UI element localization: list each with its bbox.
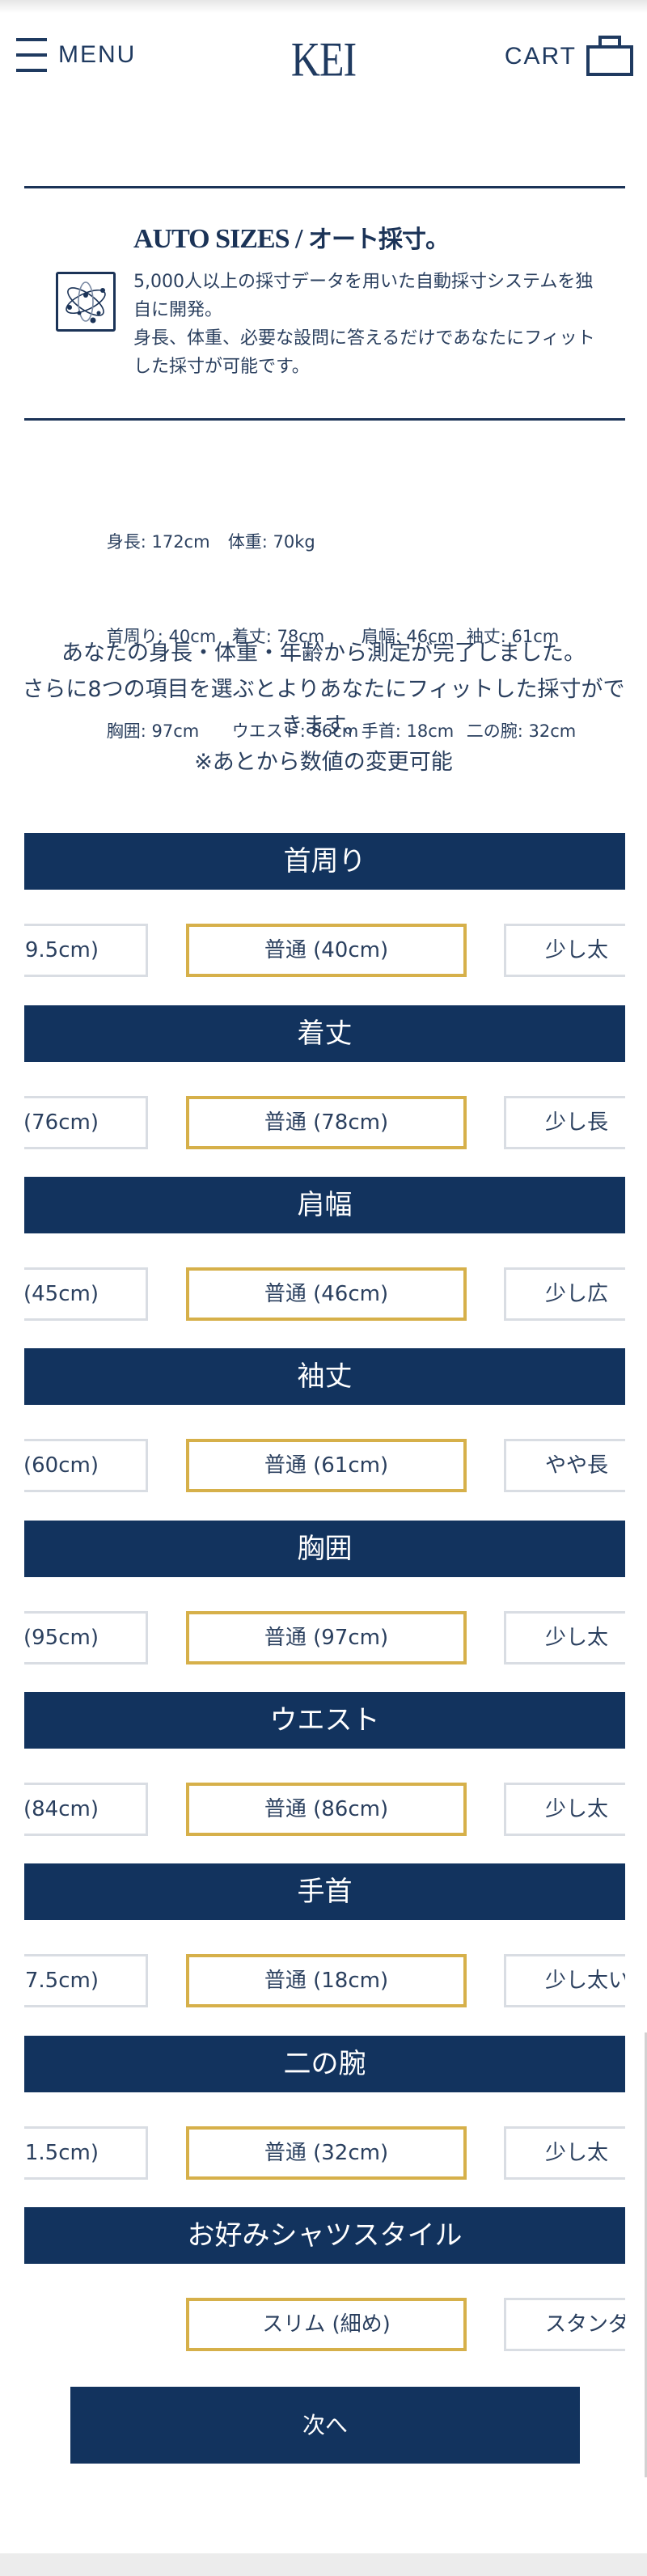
option-next[interactable]: 少し太 <box>504 924 625 977</box>
option-next[interactable]: 少し太 <box>504 1611 625 1664</box>
cart-label: CART <box>504 43 577 70</box>
option-selected[interactable]: 普通 (61cm) <box>186 1439 467 1492</box>
intro-line-2: さらに8つの項目を選ぶとよりあなたにフィットした採寸ができます。 <box>22 677 625 738</box>
measurement-value: 70kg <box>273 532 315 552</box>
option-selected[interactable]: 普通 (46cm) <box>186 1267 467 1321</box>
option-next[interactable]: やや長 <box>504 1439 625 1492</box>
fit-section: 着丈 (76cm) 普通 (78cm) 少し長 <box>24 1005 625 1149</box>
hamburger-icon <box>16 36 49 74</box>
option-carousel[interactable]: (60cm) 普通 (61cm) やや長 <box>24 1439 625 1492</box>
fit-section: 袖丈 (60cm) 普通 (61cm) やや長 <box>24 1348 625 1492</box>
menu-button[interactable]: MENU <box>16 36 136 74</box>
option-carousel[interactable]: (17.5cm) 普通 (18cm) 少し太い <box>24 1954 625 2007</box>
option-prev[interactable]: (31.5cm) <box>24 2126 148 2180</box>
option-carousel[interactable]: スリム (細め) スタンダ <box>24 2298 625 2351</box>
option-prev[interactable]: (76cm) <box>24 1096 148 1149</box>
fit-section: お好みシャツスタイルスリム (細め) スタンダ <box>24 2207 625 2351</box>
fit-section: 手首 (17.5cm) 普通 (18cm) 少し太い <box>24 1863 625 2007</box>
measurement-row: 身長: 172cm 体重: 70kg <box>85 495 576 590</box>
option-prev[interactable]: (84cm) <box>24 1783 148 1836</box>
option-carousel[interactable]: (31.5cm) 普通 (32cm) 少し太 <box>24 2126 625 2180</box>
browser-top-shadow <box>0 0 647 13</box>
fit-section: 肩幅 (45cm) 普通 (46cm) 少し広 <box>24 1177 625 1321</box>
option-prev[interactable]: (60cm) <box>24 1439 148 1492</box>
site-header: MENU KEI CART <box>0 24 647 89</box>
section-header: お好みシャツスタイル <box>24 2207 625 2264</box>
auto-sizes-title: AUTO SIZES / オート採寸。 <box>133 219 450 255</box>
next-button[interactable]: 次へ <box>70 2387 580 2464</box>
section-header: 着丈 <box>24 1005 625 1062</box>
section-header: ウエスト <box>24 1692 625 1749</box>
fit-section: 二の腕 (31.5cm) 普通 (32cm) 少し太 <box>24 2036 625 2180</box>
fit-section: 首周り (39.5cm) 普通 (40cm) 少し太 <box>24 833 625 977</box>
option-next[interactable]: 少し太 <box>504 1783 625 1836</box>
option-carousel[interactable]: (45cm) 普通 (46cm) 少し広 <box>24 1267 625 1321</box>
option-next[interactable]: スタンダ <box>504 2298 625 2351</box>
measurement-item: 身長: 172cm <box>106 532 210 552</box>
measurement-label: 身長 <box>106 532 141 552</box>
auto-sizes-description: 5,000人以上の採寸データを用いた自動採寸システムを独自に開発。 身長、体重、… <box>133 268 611 381</box>
option-selected[interactable]: 普通 (40cm) <box>186 924 467 977</box>
cart-button[interactable]: CART <box>505 36 635 78</box>
fit-section: 胸囲 (95cm) 普通 (97cm) 少し太 <box>24 1521 625 1664</box>
browser-bottom-bar <box>0 2553 647 2576</box>
fit-section: ウエスト (84cm) 普通 (86cm) 少し太 <box>24 1692 625 1836</box>
option-prev[interactable]: (17.5cm) <box>24 1954 148 2007</box>
measurement-label: 体重 <box>227 532 262 552</box>
section-header: 肩幅 <box>24 1177 625 1233</box>
description-line-2: 身長、体重、必要な設問に答えるだけであなたにフィットした採寸が可能です。 <box>133 328 595 377</box>
menu-label: MENU <box>58 41 137 68</box>
intro-line-1: あなたの身長・体重・年齢から測定が完了しました。 <box>61 641 586 666</box>
intro-note: ※あとから数値の変更可能 <box>194 750 453 775</box>
option-selected[interactable]: スリム (細め) <box>186 2298 467 2351</box>
option-next[interactable]: 少し広 <box>504 1267 625 1321</box>
section-header: 胸囲 <box>24 1521 625 1577</box>
option-next[interactable]: 少し長 <box>504 1096 625 1149</box>
option-carousel[interactable]: (76cm) 普通 (78cm) 少し長 <box>24 1096 625 1149</box>
measurement-item: 体重: 70kg <box>227 532 315 552</box>
option-carousel[interactable]: (84cm) 普通 (86cm) 少し太 <box>24 1783 625 1836</box>
option-next[interactable]: 少し太 <box>504 2126 625 2180</box>
option-selected[interactable]: 普通 (78cm) <box>186 1096 467 1149</box>
option-selected[interactable]: 普通 (18cm) <box>186 1954 467 2007</box>
option-prev[interactable]: (39.5cm) <box>24 924 148 977</box>
option-carousel[interactable]: (39.5cm) 普通 (40cm) 少し太 <box>24 924 625 977</box>
option-carousel[interactable]: (95cm) 普通 (97cm) 少し太 <box>24 1611 625 1664</box>
logo[interactable]: KEI <box>283 31 364 87</box>
option-selected[interactable]: 普通 (86cm) <box>186 1783 467 1836</box>
title-en: AUTO SIZES / <box>133 224 308 254</box>
shopping-bag-icon <box>585 36 635 78</box>
auto-sizes-panel: AUTO SIZES / オート採寸。 5,000人以上の採寸データを用いた自動… <box>24 186 625 421</box>
option-selected[interactable]: 普通 (32cm) <box>186 2126 467 2180</box>
intro-message: あなたの身長・体重・年齢から測定が完了しました。 さらに8つの項目を選ぶとよりあ… <box>16 635 631 780</box>
option-prev[interactable]: (45cm) <box>24 1267 148 1321</box>
option-selected[interactable]: 普通 (97cm) <box>186 1611 467 1664</box>
description-line-1: 5,000人以上の採寸データを用いた自動採寸システムを独自に開発。 <box>133 272 594 320</box>
section-header: 首周り <box>24 833 625 890</box>
section-header: 手首 <box>24 1863 625 1920</box>
measurement-value: 172cm <box>151 532 210 552</box>
option-next[interactable]: 少し太い <box>504 1954 625 2007</box>
section-header: 二の腕 <box>24 2036 625 2092</box>
atom-icon <box>56 272 116 332</box>
section-header: 袖丈 <box>24 1348 625 1405</box>
option-prev[interactable]: (95cm) <box>24 1611 148 1664</box>
title-jp: オート採寸。 <box>307 226 450 254</box>
